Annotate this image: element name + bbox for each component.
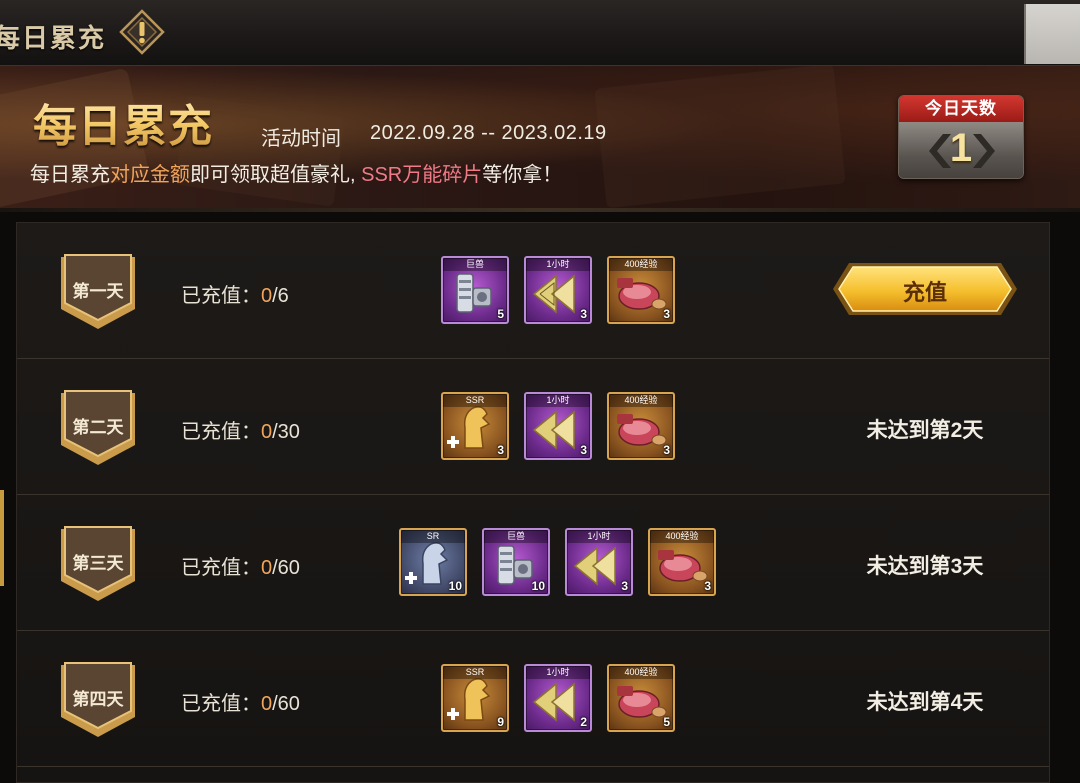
reward-item[interactable]: 1小时 3	[524, 392, 592, 460]
reward-count: 10	[531, 579, 545, 593]
progress-target: /60	[272, 557, 300, 579]
reward-tag: 巨兽	[443, 258, 507, 271]
reward-item[interactable]: 1小时 3	[524, 256, 592, 324]
reward-count: 3	[580, 443, 587, 457]
reward-tag: 400经验	[609, 666, 673, 679]
reward-count: 3	[704, 579, 711, 593]
progress-current: 0	[261, 285, 273, 307]
event-time-value: 2022.09.28 -- 2023.02.19	[370, 122, 607, 144]
reward-count: 9	[497, 715, 504, 729]
reward-tag: 400经验	[650, 530, 714, 543]
reward-count: 5	[663, 715, 670, 729]
day-status-text: 未达到第2天	[866, 419, 984, 442]
top-bar-title: 每日累充	[0, 24, 107, 54]
reward-count: 3	[580, 307, 587, 321]
event-banner: 每日累充 活动时间 2022.09.28 -- 2023.02.19 每日累充对…	[0, 66, 1080, 212]
reward-item[interactable]: SSR 3	[441, 392, 509, 460]
info-icon[interactable]	[119, 9, 165, 55]
reward-item[interactable]: 1小时 3	[565, 528, 633, 596]
desc-text: 每日累充	[30, 164, 110, 186]
progress-prefix: 已充值：	[181, 557, 261, 579]
progress-target: /60	[272, 693, 300, 715]
reward-item[interactable]: 1小时 2	[524, 664, 592, 732]
today-day-counter: 今日天数 1	[898, 95, 1024, 179]
reward-list: 第一天 已充值：0/6 巨兽 5 1小时 3 400经验 3 充值 第二天 已充…	[16, 222, 1050, 783]
progress-prefix: 已充值：	[181, 693, 261, 715]
day-badge: 第二天	[59, 389, 137, 469]
desc-text: 即可领取超值豪礼,	[190, 164, 362, 186]
day-row-2: 第二天 已充值：0/30 SSR 3 1小时 3 400经验 3 未达到第2天	[17, 359, 1049, 495]
reward-tag: 1小时	[567, 530, 631, 543]
recharge-button-label: 充值	[902, 280, 947, 305]
reward-count: 3	[621, 579, 628, 593]
event-description: 每日累充对应金额即可领取超值豪礼, SSR万能碎片等你拿！	[30, 158, 562, 187]
day-badge: 第三天	[59, 525, 137, 605]
reward-item[interactable]: 400经验 3	[607, 256, 675, 324]
reward-tag: SSR	[443, 666, 507, 679]
event-time-label: 活动时间	[261, 128, 341, 150]
reward-tag: 400经验	[609, 394, 673, 407]
day-counter-value: 1	[949, 126, 973, 170]
day-status-text: 未达到第4天	[866, 691, 984, 714]
recharge-button[interactable]: 充值	[829, 259, 1021, 319]
desc-highlight-amount: 对应金额	[110, 164, 190, 186]
day-badge: 第四天	[59, 661, 137, 741]
progress-current: 0	[261, 421, 273, 443]
top-right-panel	[1024, 4, 1080, 64]
reward-item[interactable]: 400经验 3	[648, 528, 716, 596]
reward-item[interactable]: 巨兽 5	[441, 256, 509, 324]
progress-target: /6	[272, 285, 289, 307]
reward-tag: 400经验	[609, 258, 673, 271]
recharge-progress: 已充值：0/60	[181, 687, 300, 716]
recharge-progress: 已充值：0/6	[181, 279, 289, 308]
reward-count: 5	[497, 307, 504, 321]
reward-count: 3	[663, 307, 670, 321]
recharge-progress: 已充值：0/60	[181, 551, 300, 580]
reward-tag: 1小时	[526, 666, 590, 679]
day-label: 第二天	[72, 418, 124, 437]
reward-tag: 1小时	[526, 258, 590, 271]
reward-item[interactable]: 400经验 5	[607, 664, 675, 732]
reward-tag: SR	[401, 530, 465, 543]
reward-item[interactable]: 400经验 3	[607, 392, 675, 460]
day-badge: 第一天	[59, 253, 137, 333]
progress-current: 0	[261, 557, 273, 579]
reward-count: 3	[663, 443, 670, 457]
reward-tag: 1小时	[526, 394, 590, 407]
recharge-progress: 已充值：0/30	[181, 415, 300, 444]
reward-count: 2	[580, 715, 587, 729]
day-counter-label: 今日天数	[899, 96, 1023, 122]
reward-tag: 巨兽	[484, 530, 548, 543]
progress-prefix: 已充值：	[181, 421, 261, 443]
day-label: 第一天	[72, 282, 124, 301]
day-row-3: 第三天 已充值：0/60 SR 10 巨兽 10 1小时 3 400经验 3 未…	[17, 495, 1049, 631]
reward-item[interactable]: SR 10	[399, 528, 467, 596]
side-edge-mark	[0, 490, 4, 586]
reward-count: 10	[448, 579, 462, 593]
reward-item[interactable]: SSR 9	[441, 664, 509, 732]
reward-item[interactable]: 巨兽 10	[482, 528, 550, 596]
banner-title: 每日累充	[33, 90, 213, 154]
day-row-1: 第一天 已充值：0/6 巨兽 5 1小时 3 400经验 3 充值	[17, 223, 1049, 359]
top-bar: 每日累充	[0, 0, 1080, 66]
desc-highlight-ssr: SSR万能碎片	[361, 164, 483, 186]
desc-text: 等你拿！	[482, 164, 563, 186]
day-label: 第三天	[72, 554, 124, 573]
progress-current: 0	[261, 693, 273, 715]
reward-count: 3	[497, 443, 504, 457]
reward-tag: SSR	[443, 394, 507, 407]
progress-target: /30	[272, 421, 300, 443]
day-label: 第四天	[72, 690, 124, 709]
day-row-4: 第四天 已充值：0/60 SSR 9 1小时 2 400经验 5 未达到第4天	[17, 631, 1049, 767]
progress-prefix: 已充值：	[181, 285, 261, 307]
day-status-text: 未达到第3天	[866, 555, 984, 578]
